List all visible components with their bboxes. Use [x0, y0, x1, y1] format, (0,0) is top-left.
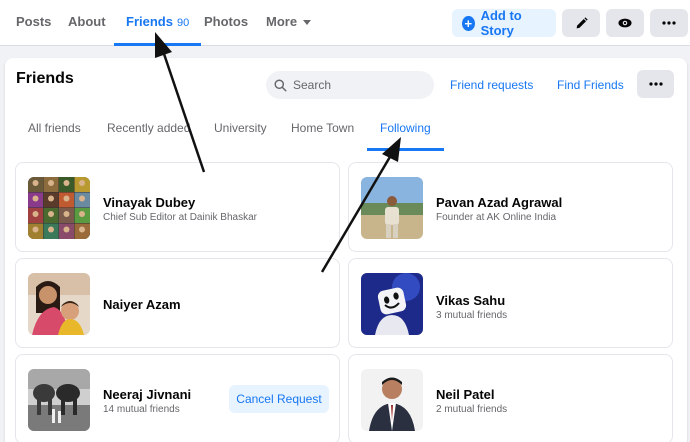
- plus-icon: +: [462, 15, 475, 31]
- friend-subtitle: 2 mutual friends: [436, 404, 508, 415]
- friend-photo[interactable]: [361, 369, 423, 431]
- suit-portrait-image: [361, 369, 423, 431]
- tab-label: About: [68, 14, 106, 29]
- friend-photo[interactable]: [28, 369, 90, 431]
- tab-posts[interactable]: Posts: [16, 0, 51, 46]
- search-icon: [274, 78, 287, 92]
- search-input[interactable]: [293, 78, 423, 92]
- tab-label: Friends: [126, 14, 173, 29]
- pencil-icon: [576, 16, 588, 28]
- friend-name[interactable]: Vikas Sahu: [436, 293, 505, 308]
- friend-photo[interactable]: [361, 273, 423, 335]
- profile-tab-bar: Posts About Friends 90 Photos More + Add …: [0, 0, 690, 46]
- eye-icon: [618, 18, 632, 28]
- tab-label: Posts: [16, 14, 52, 29]
- friend-card[interactable]: Neeraj Jivnani 14 mutual friends Cancel …: [15, 354, 340, 442]
- photo-grid-image: [28, 177, 90, 239]
- add-to-story-label: Add to Story: [480, 8, 522, 38]
- active-tab-indicator: [114, 43, 202, 46]
- tab-more[interactable]: More: [266, 0, 312, 46]
- friend-subtitle: 14 mutual friends: [103, 404, 180, 415]
- add-to-story-button[interactable]: + Add to Story: [452, 8, 556, 38]
- friends-card: Friends Friend requests Find Friends All…: [5, 58, 687, 442]
- friend-name[interactable]: Neil Patel: [436, 387, 495, 402]
- find-friends-link[interactable]: Find Friends: [557, 78, 624, 92]
- tab-home-town[interactable]: Home Town: [291, 121, 354, 135]
- friend-card[interactable]: Vikas Sahu 3 mutual friends: [348, 258, 673, 348]
- friends-count: 90: [176, 17, 190, 29]
- friend-subtitle: 3 mutual friends: [436, 310, 508, 321]
- tab-recently-added[interactable]: Recently added: [107, 121, 190, 135]
- tab-label: More: [266, 14, 298, 29]
- friend-photo[interactable]: [28, 273, 90, 335]
- friend-card[interactable]: Vinayak Dubey Chief Sub Editor at Dainik…: [15, 162, 340, 252]
- caret-down-icon: [303, 20, 312, 26]
- elephants-photo-image: [28, 369, 90, 431]
- friend-photo[interactable]: [361, 177, 423, 239]
- friend-name[interactable]: Pavan Azad Agrawal: [436, 195, 562, 210]
- section-title: Friends: [16, 70, 74, 87]
- friend-name[interactable]: Neeraj Jivnani: [103, 387, 191, 402]
- marshmello-avatar-image: [361, 273, 423, 335]
- friend-name[interactable]: Vinayak Dubey: [103, 195, 195, 210]
- friend-requests-link[interactable]: Friend requests: [450, 78, 533, 92]
- ellipsis-icon: [648, 82, 663, 86]
- tab-photos[interactable]: Photos: [204, 0, 248, 46]
- tab-label: Photos: [204, 14, 249, 29]
- tab-friends[interactable]: Friends 90: [114, 0, 202, 46]
- ellipsis-icon: [662, 21, 676, 25]
- active-filter-indicator: [367, 148, 444, 151]
- edit-button[interactable]: [562, 9, 600, 37]
- section-more-button[interactable]: [637, 70, 674, 98]
- friend-card[interactable]: Neil Patel 2 mutual friends: [348, 354, 673, 442]
- cancel-request-button[interactable]: Cancel Request: [229, 385, 329, 413]
- tab-all-friends[interactable]: All friends: [28, 121, 81, 135]
- tab-university[interactable]: University: [214, 121, 267, 135]
- view-as-button[interactable]: [606, 9, 644, 37]
- friend-subtitle: Chief Sub Editor at Dainik Bhaskar: [103, 212, 257, 223]
- tab-about[interactable]: About: [68, 0, 106, 46]
- more-options-button[interactable]: [650, 9, 688, 37]
- friend-subtitle: Founder at AK Online India: [436, 212, 557, 223]
- outdoor-portrait-image: [361, 177, 423, 239]
- tab-following[interactable]: Following: [380, 121, 431, 135]
- family-portrait-image: [28, 273, 90, 335]
- friend-card[interactable]: Naiyer Azam: [15, 258, 340, 348]
- friend-card[interactable]: Pavan Azad Agrawal Founder at AK Online …: [348, 162, 673, 252]
- friend-photo[interactable]: [28, 177, 90, 239]
- friend-name[interactable]: Naiyer Azam: [103, 297, 181, 312]
- friends-search[interactable]: [266, 71, 434, 99]
